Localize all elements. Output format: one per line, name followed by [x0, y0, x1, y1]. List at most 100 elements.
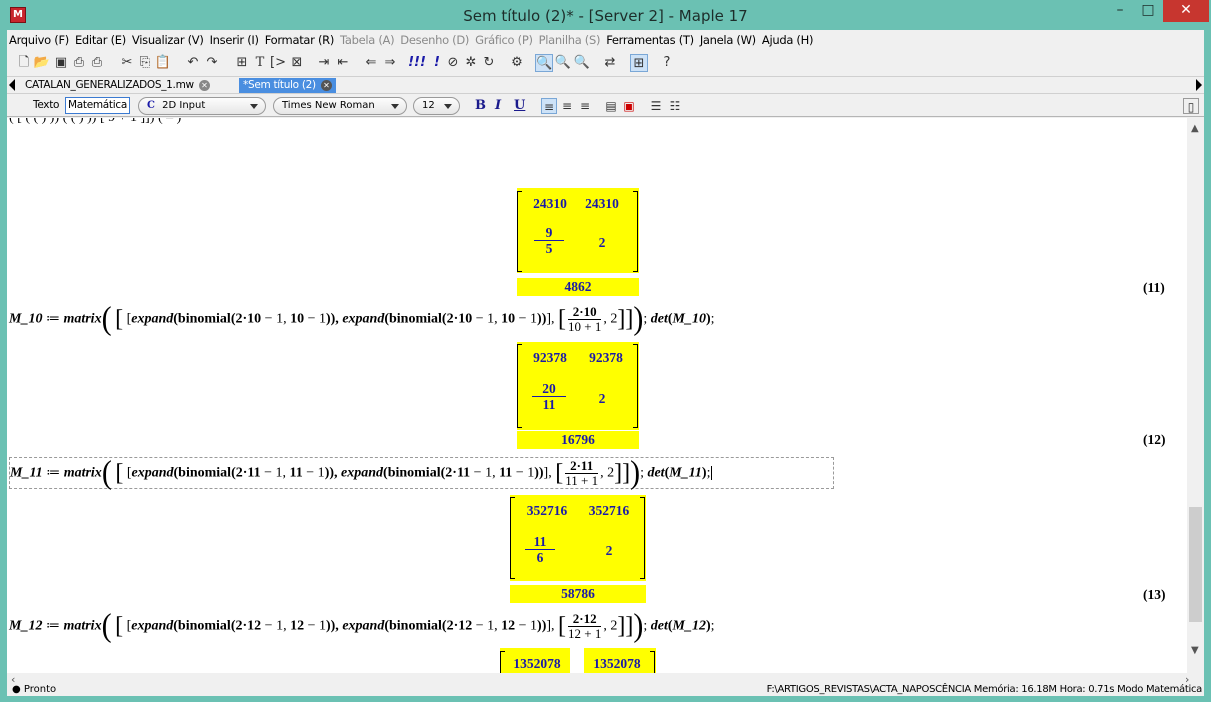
- zoom-150-icon[interactable]: 🔍: [554, 54, 572, 72]
- zoom-200-icon[interactable]: 🔍: [573, 54, 591, 72]
- window-title: Sem título (2)* - [Server 2] - Maple 17: [463, 7, 748, 25]
- close-icon[interactable]: ✕: [198, 79, 210, 91]
- palette-icon[interactable]: ⊞: [630, 54, 648, 72]
- highlight-color-icon[interactable]: ▣: [621, 98, 637, 114]
- input-line-m10[interactable]: M_10 ≔ matrix( [ [expand(binomial(2·10 −…: [9, 302, 715, 335]
- insert-text-icon[interactable]: T: [251, 54, 269, 72]
- main-toolbar: 🗋 📂 ▣ ⎙ ⎙ ✂ ⎘ 📋 ↶ ↷ ⊞ T [> ⊠ ⇥ ⇤ ⇐ ⇒ !!!…: [7, 50, 1204, 76]
- status-ready: ● Pronto: [12, 684, 57, 695]
- print-icon[interactable]: ⎙: [70, 54, 88, 72]
- fraction-numerator: 20: [532, 381, 566, 397]
- minimize-button[interactable]: –: [1106, 0, 1134, 22]
- matrix-cell: 24310: [533, 196, 567, 211]
- font-select[interactable]: Times New Roman: [273, 97, 407, 115]
- menu-planilha[interactable]: Planilha (S): [537, 33, 605, 47]
- menu-tabela[interactable]: Tabela (A): [338, 33, 398, 47]
- forward-icon[interactable]: ⇒: [381, 54, 399, 72]
- close-button[interactable]: ✕: [1163, 0, 1209, 22]
- panel-toggle-icon[interactable]: ▯: [1183, 98, 1199, 114]
- cut-icon[interactable]: ✂: [118, 54, 136, 72]
- menu-grafico[interactable]: Gráfico (P): [473, 33, 537, 47]
- input-mode-glyph: C: [147, 100, 155, 111]
- bold-button[interactable]: B: [475, 98, 486, 113]
- input-expression[interactable]: M_11 ≔ matrix( [ [expand(binomial(2·11 −…: [10, 456, 713, 489]
- math-mode-button[interactable]: Matemática: [65, 97, 130, 114]
- underline-button[interactable]: U: [514, 98, 525, 113]
- context-bar: Texto Matemática C 2D Input Times New Ro…: [7, 93, 1204, 117]
- new-document-icon[interactable]: 🗋: [15, 54, 33, 72]
- back-icon[interactable]: ⇐: [362, 54, 380, 72]
- outdent-icon[interactable]: ⇤: [334, 54, 352, 72]
- worksheet[interactable]: ( [ ( ( ) )) ( ( ) )) [ 9 + 1 ]]) ( – ) …: [7, 118, 1187, 673]
- redo-icon[interactable]: ↷: [203, 54, 221, 72]
- open-icon[interactable]: 📂: [33, 54, 51, 72]
- input-expression[interactable]: M_10 ≔ matrix( [ [expand(binomial(2·10 −…: [9, 302, 715, 335]
- align-left-icon[interactable]: ≡: [541, 98, 557, 114]
- title-bar[interactable]: M Sem título (2)* - [Server 2] - Maple 1…: [0, 0, 1211, 30]
- chevron-down-icon: [250, 104, 258, 109]
- matrix-cell: 2: [605, 543, 613, 558]
- menu-inserir[interactable]: Inserir (I): [208, 33, 263, 47]
- input-line-m11[interactable]: M_11 ≔ matrix( [ [expand(binomial(2·11 −…: [9, 456, 834, 489]
- bullet-list-icon[interactable]: ☰: [648, 98, 664, 114]
- input-mode-select[interactable]: C 2D Input: [138, 97, 266, 115]
- vertical-scrollbar[interactable]: ▲ ▼: [1187, 118, 1204, 673]
- matrix-cell: 92378: [533, 350, 567, 365]
- close-icon[interactable]: ✕: [320, 79, 332, 91]
- zoom-100-icon[interactable]: 🔍: [535, 54, 553, 72]
- indent-icon[interactable]: ⇥: [315, 54, 333, 72]
- help-icon[interactable]: ?: [658, 54, 676, 72]
- input-expression[interactable]: M_12 ≔ matrix( [ [expand(binomial(2·12 −…: [9, 609, 715, 642]
- matrix-cell: 352716: [588, 503, 630, 518]
- matrix-cell: 2: [598, 235, 606, 250]
- input-line-m12[interactable]: M_12 ≔ matrix( [ [expand(binomial(2·12 −…: [9, 609, 715, 642]
- paste-icon[interactable]: 📋: [154, 54, 172, 72]
- print-preview-icon[interactable]: ⎙: [88, 54, 106, 72]
- matrix-gap: [570, 648, 584, 673]
- debug-icon[interactable]: ✲: [462, 54, 480, 72]
- undo-icon[interactable]: ↶: [184, 54, 202, 72]
- insert-math-icon[interactable]: ⊞: [233, 54, 251, 72]
- menu-editar[interactable]: Editar (E): [73, 33, 130, 47]
- determinant-output: 4862: [517, 278, 639, 296]
- equation-label: (12): [1143, 432, 1166, 447]
- menu-janela[interactable]: Janela (W): [698, 33, 760, 47]
- matrix-cell: 2: [598, 391, 606, 406]
- insert-prompt-icon[interactable]: [>: [269, 54, 287, 72]
- restart-icon[interactable]: ↻: [480, 54, 498, 72]
- size-select[interactable]: 12: [413, 97, 460, 115]
- fraction-denominator: 11: [542, 397, 556, 412]
- text-color-icon[interactable]: ▤: [603, 98, 619, 114]
- fraction-denominator: 6: [536, 550, 544, 565]
- italic-button[interactable]: I: [495, 98, 501, 113]
- stop-icon[interactable]: ⊘: [444, 54, 462, 72]
- execute-all-icon[interactable]: !!!: [408, 54, 426, 72]
- menu-desenho[interactable]: Desenho (D): [398, 33, 473, 47]
- copy-icon[interactable]: ⎘: [136, 54, 154, 72]
- menu-formatar[interactable]: Formatar (R): [263, 33, 338, 47]
- menu-visualizar[interactable]: Visualizar (V): [130, 33, 208, 47]
- chevron-down-icon: [391, 104, 399, 109]
- align-right-icon[interactable]: ≡: [577, 98, 593, 114]
- maximize-button[interactable]: □: [1134, 0, 1162, 22]
- tabs-scroll-right-icon[interactable]: [1196, 79, 1202, 91]
- save-icon[interactable]: ▣: [52, 54, 70, 72]
- determinant-output: 58786: [510, 585, 646, 603]
- menu-arquivo[interactable]: Arquivo (F): [7, 33, 73, 47]
- tabs-scroll-left-icon[interactable]: [9, 79, 15, 91]
- scroll-up-icon[interactable]: ▲: [1191, 123, 1199, 134]
- menu-bar: Arquivo (F) Editar (E) Visualizar (V) In…: [7, 30, 1204, 50]
- gear-icon[interactable]: ⚙: [508, 54, 526, 72]
- matrix-fraction: 20 11: [532, 381, 566, 412]
- section-icon[interactable]: ⊠: [288, 54, 306, 72]
- toggle-icon[interactable]: ⇄: [601, 54, 619, 72]
- menu-ferramentas[interactable]: Ferramentas (T): [604, 33, 698, 47]
- text-mode-button[interactable]: Texto: [33, 99, 59, 111]
- scroll-down-icon[interactable]: ▼: [1191, 645, 1199, 656]
- align-center-icon[interactable]: ≡: [559, 98, 575, 114]
- numbered-list-icon[interactable]: ☷: [667, 98, 683, 114]
- scrollbar-thumb[interactable]: [1189, 507, 1202, 622]
- tab-label: CATALAN_GENERALIZADOS_1.mw: [25, 79, 194, 91]
- tab-sem-titulo[interactable]: *Sem título (2) ✕: [239, 78, 336, 93]
- menu-ajuda[interactable]: Ajuda (H): [760, 33, 817, 47]
